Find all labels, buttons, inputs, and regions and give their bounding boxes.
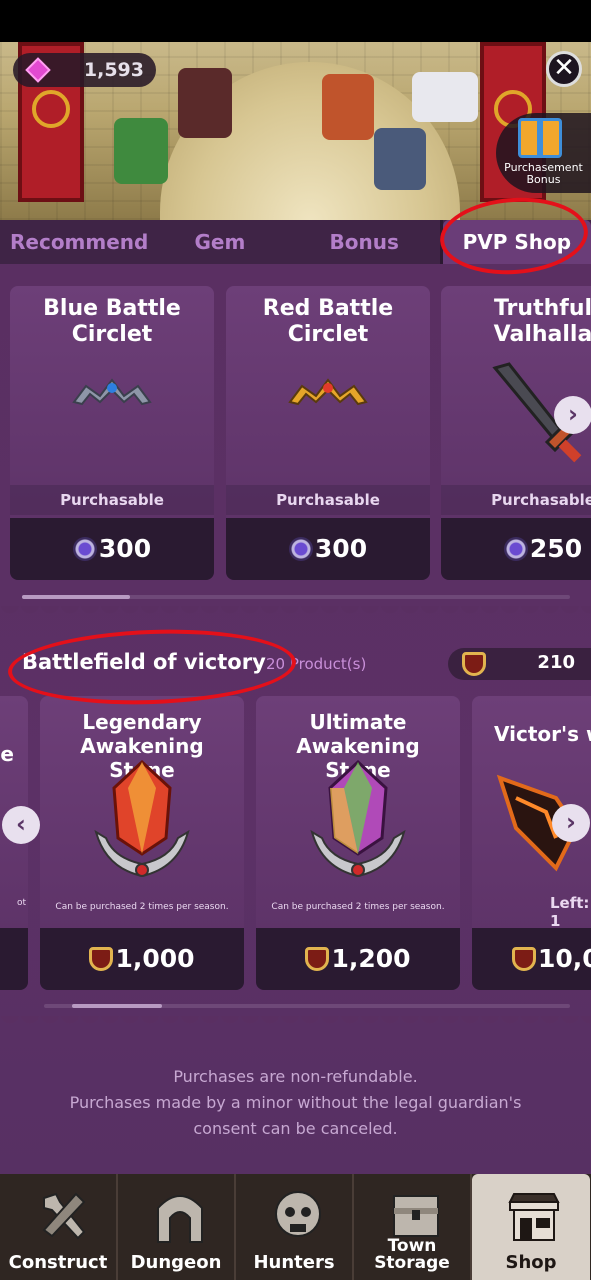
pvp-medal-icon <box>503 537 528 561</box>
red-circlet-icon <box>288 378 368 406</box>
scroll-right-button[interactable]: › <box>554 396 591 434</box>
product-card[interactable]: Ultimate Awakening Stone Can be purchase… <box>256 696 460 990</box>
hero-sprite <box>178 68 232 138</box>
hero-sprite <box>114 118 168 184</box>
close-button[interactable]: ✕ <box>546 51 582 87</box>
hero-sprite <box>374 128 426 190</box>
victory-currency-value: 210 <box>537 652 575 673</box>
product-card[interactable]: Red Battle Circlet Purchasable 300 <box>226 286 430 580</box>
product-price: 300 <box>226 534 430 563</box>
product-note: Can be purchased 2 times per season. <box>55 902 229 912</box>
product-name: e <box>0 742 14 766</box>
product-name: Victor's w <box>494 722 591 746</box>
product-card[interactable]: Blue Battle Circlet Purchasable 300 <box>10 286 214 580</box>
product-status: Purchasable <box>10 485 214 515</box>
nav-label: Town Storage <box>374 1236 450 1273</box>
tab-gem[interactable]: Gem <box>151 220 288 264</box>
nav-label: Hunters <box>253 1252 335 1273</box>
legendary-stone-icon <box>94 759 190 878</box>
status-bar <box>0 0 591 42</box>
gem-count: 1,593 <box>83 59 144 81</box>
nav-hunters[interactable]: Hunters <box>236 1174 354 1280</box>
hammer-icon <box>42 1192 86 1240</box>
product-note: Left: 1 <box>550 894 590 930</box>
gate-icon <box>157 1195 203 1243</box>
product-note: ot <box>16 898 26 908</box>
gift-icon <box>518 118 562 158</box>
product-card[interactable]: Legendary Awakening Stone Can be purchas… <box>40 696 244 990</box>
nav-town-storage[interactable]: Town Storage <box>354 1174 472 1280</box>
shop-icon <box>508 1193 560 1241</box>
blue-circlet-icon <box>72 378 152 406</box>
bottom-navigation: Construct Dungeon Hunters Town Storage S… <box>0 1174 591 1280</box>
nav-shop[interactable]: Shop <box>472 1174 590 1280</box>
skull-icon <box>275 1191 321 1237</box>
section-divider <box>0 1016 591 1030</box>
product-status: Purchasable <box>441 485 591 515</box>
gem-counter: 1,593 <box>13 53 156 87</box>
victory-currency-counter: 210 <box>448 648 591 680</box>
price-area <box>0 928 28 990</box>
nav-label: Shop <box>505 1252 557 1273</box>
nav-label: Dungeon <box>130 1252 222 1273</box>
product-name: Red Battle Circlet <box>262 296 394 347</box>
product-price: 1,000 <box>40 944 244 973</box>
shop-content: Blue Battle Circlet Purchasable 300 Red … <box>0 264 591 1174</box>
tab-bonus[interactable]: Bonus <box>289 220 440 264</box>
disclaimer-line: consent can be canceled. <box>193 1119 398 1138</box>
product-name: Blue Battle Circlet <box>43 296 181 347</box>
scrollbar-thumb[interactable] <box>72 1004 162 1008</box>
product-price: 250 <box>441 534 591 563</box>
purchasement-bonus-button[interactable]: Purchasement Bonus <box>496 113 591 193</box>
nav-dungeon[interactable]: Dungeon <box>118 1174 236 1280</box>
scroll-left-button[interactable]: ‹ <box>2 806 40 844</box>
nav-construct[interactable]: Construct <box>0 1174 118 1280</box>
product-price: 10,0 <box>512 944 591 973</box>
pvp-medal-icon <box>288 537 313 561</box>
ultimate-stone-icon <box>310 759 406 878</box>
victory-medal-icon <box>462 652 486 676</box>
section-divider <box>0 606 591 620</box>
refund-disclaimer: Purchases are non-refundable. Purchases … <box>0 1064 591 1142</box>
pvp-medal-icon <box>72 537 97 561</box>
scroll-right-button[interactable]: › <box>552 804 590 842</box>
victory-medal-icon <box>89 947 114 971</box>
victory-medal-icon <box>305 947 330 971</box>
purchasement-bonus-label: Purchasement Bonus <box>504 161 583 186</box>
gem-icon <box>25 57 51 83</box>
product-note: Can be purchased 2 times per season. <box>271 902 445 912</box>
product-card[interactable]: Victor's w Left: 1 10,0 <box>472 696 591 990</box>
product-price: 1,200 <box>256 944 460 973</box>
victory-medal-icon <box>512 947 536 971</box>
disclaimer-line: Purchases are non-refundable. <box>173 1067 418 1086</box>
tiger-sprite <box>412 72 478 122</box>
product-name: Truthful Valhalla <box>493 296 591 347</box>
tab-recommend[interactable]: Recommend <box>0 220 151 264</box>
scrollbar-thumb[interactable] <box>22 595 130 599</box>
product-status: Purchasable <box>226 485 430 515</box>
product-price: 300 <box>10 534 214 563</box>
nav-label: Construct <box>8 1252 108 1273</box>
disclaimer-line: Purchases made by a minor without the le… <box>69 1093 522 1112</box>
hero-sprite <box>322 74 374 140</box>
